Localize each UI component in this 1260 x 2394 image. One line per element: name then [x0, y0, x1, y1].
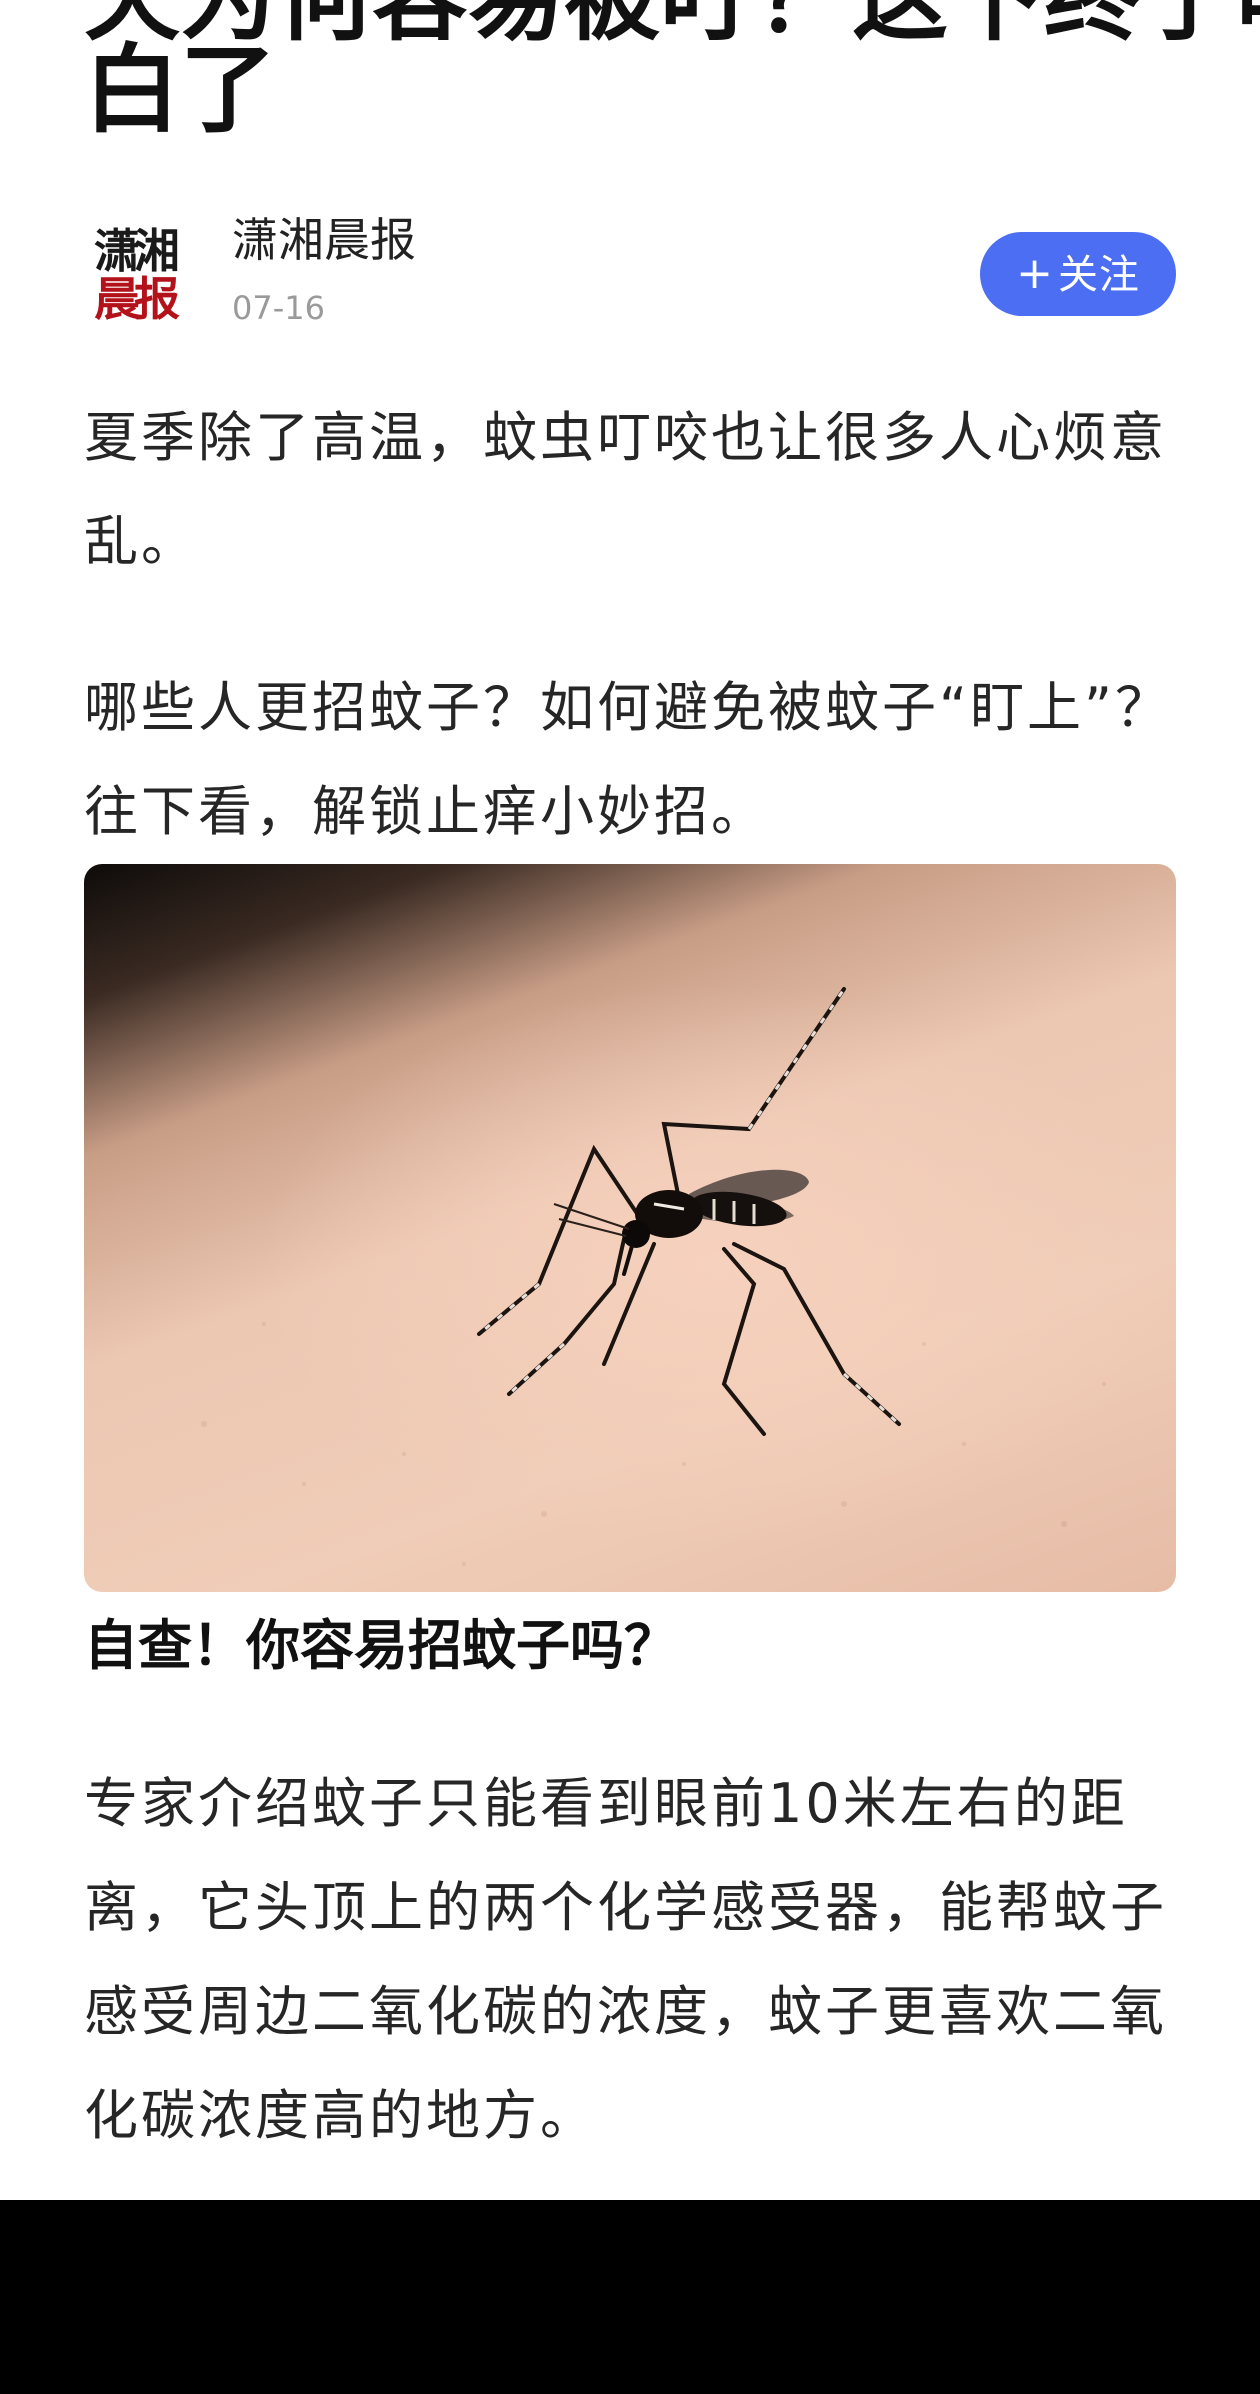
publisher-logo-text-top: 潇湘	[94, 224, 180, 278]
paragraph-expert: 专家介绍蚊子只能看到眼前10米左右的距离，它头顶上的两个化学感受器，能帮蚊子感受…	[84, 1772, 1167, 2147]
bottom-black-bar	[0, 2200, 1260, 2394]
section-heading: 自查！你容易招蚊子吗？	[84, 1614, 678, 1677]
publisher-logo[interactable]: 潇湘 晨报	[84, 226, 184, 326]
plus-icon: +	[1016, 248, 1054, 299]
follow-button-label: 关注	[1057, 252, 1140, 298]
paragraph-intro: 夏季除了高温，蚊虫叮咬也让很多人心烦意乱。	[84, 406, 1167, 573]
publisher-logo-text-bottom: 晨报	[94, 272, 180, 326]
follow-button[interactable]: + 关注	[980, 232, 1176, 316]
paragraph-questions: 哪些人更招蚊子？如何避免被蚊子“盯上”？往下看，解锁止痒小妙招。	[84, 676, 1172, 843]
author-name[interactable]: 潇湘晨报	[232, 210, 416, 270]
article-title-line-2: 白了	[84, 34, 276, 146]
mosquito-photo[interactable]	[84, 864, 1176, 1592]
mosquito-illustration	[201, 987, 1106, 1566]
article-page: 天为何容易被叮？这下终于明 白了 潇湘 晨报 潇湘晨报 07-16 +关注 夏季…	[0, 0, 1260, 2200]
author-row: 潇湘 晨报 潇湘晨报 07-16 + 关注	[84, 210, 1176, 340]
publish-date: 07-16	[232, 289, 325, 327]
